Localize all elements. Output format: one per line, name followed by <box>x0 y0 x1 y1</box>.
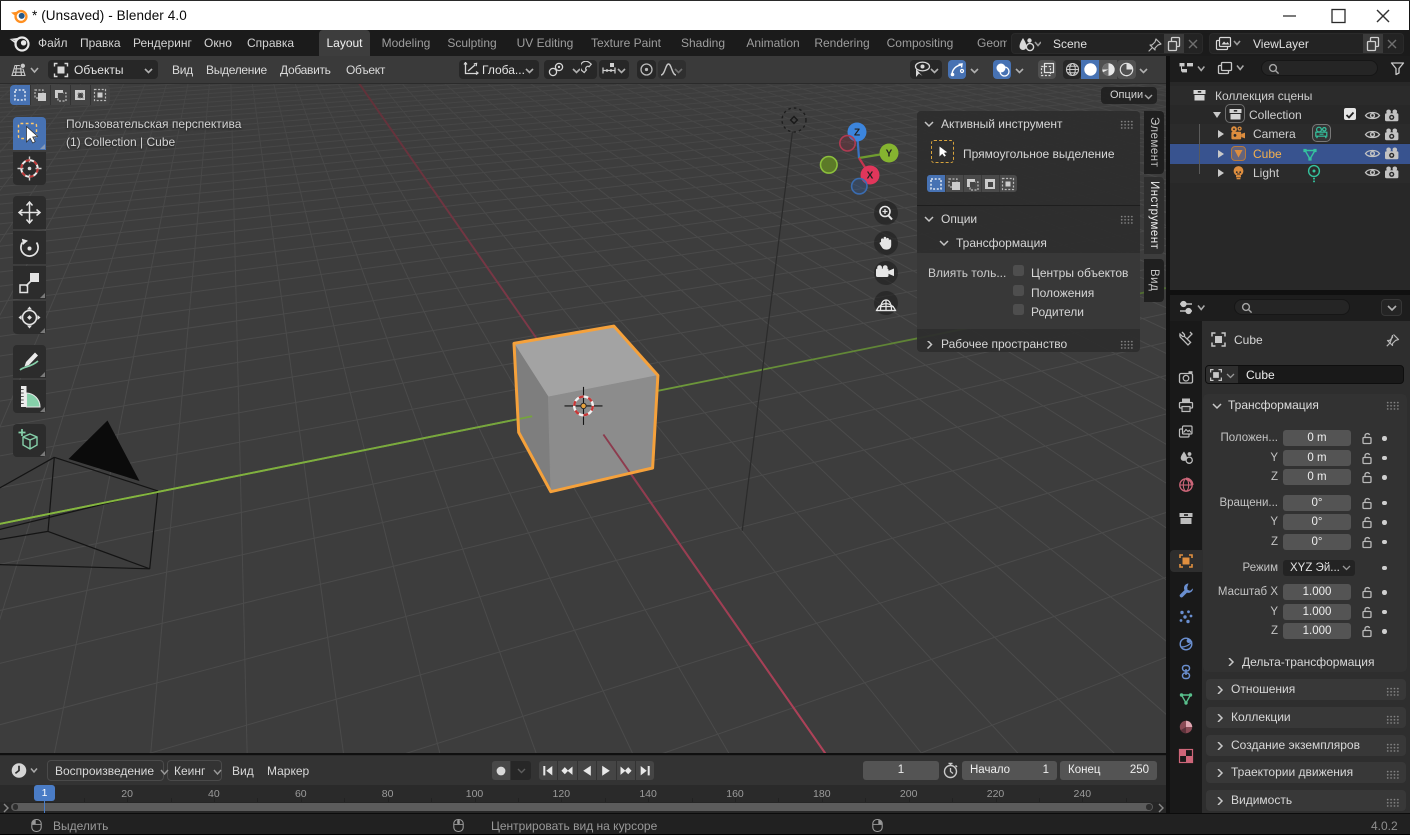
svg-text:X: X <box>867 170 874 181</box>
svg-text:Y: Y <box>886 148 893 159</box>
svg-text:Z: Z <box>854 127 860 138</box>
